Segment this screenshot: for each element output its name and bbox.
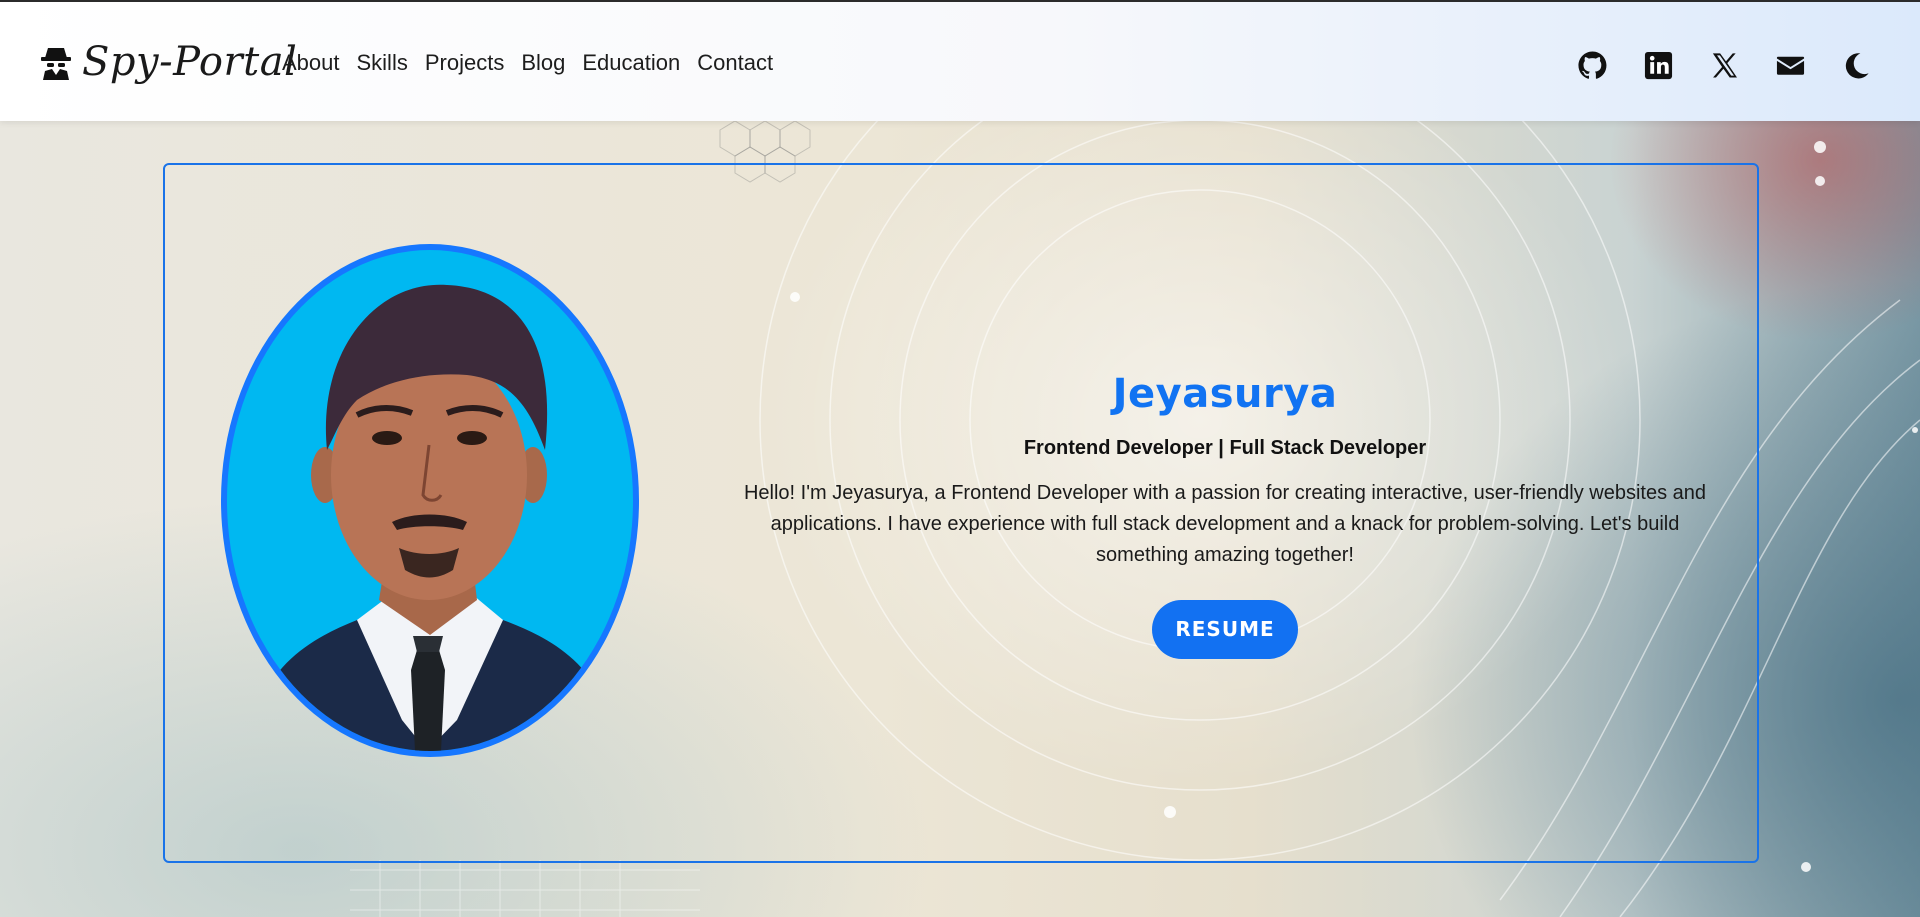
moon-icon[interactable] (1841, 50, 1872, 81)
brand[interactable]: Spy-Portal (40, 38, 297, 86)
mail-icon[interactable] (1775, 50, 1806, 81)
hero-name: Jeyasurya (1112, 371, 1338, 417)
navbar: Spy-Portal About Skills Projects Blog Ed… (0, 0, 1920, 121)
x-icon[interactable] (1709, 50, 1740, 81)
nav-link-education[interactable]: Education (582, 50, 680, 76)
spy-icon (41, 48, 71, 80)
hero-card: Jeyasurya Frontend Developer | Full Stac… (163, 163, 1759, 863)
nav-link-contact[interactable]: Contact (697, 50, 773, 76)
linkedin-icon[interactable] (1643, 50, 1674, 81)
social-icons (1577, 50, 1872, 81)
portrait-illustration (247, 284, 617, 751)
nav-links: About Skills Projects Blog Education Con… (282, 50, 773, 76)
nav-link-skills[interactable]: Skills (357, 50, 408, 76)
hero-intro: Jeyasurya Frontend Developer | Full Stac… (725, 371, 1725, 659)
github-icon[interactable] (1577, 50, 1608, 81)
hero-role: Frontend Developer | Full Stack Develope… (1023, 437, 1427, 459)
brand-name: Spy-Portal (82, 39, 298, 85)
profile-photo (221, 244, 639, 757)
nav-link-projects[interactable]: Projects (425, 50, 504, 76)
nav-link-about[interactable]: About (282, 50, 340, 76)
hero-bio: Hello! I'm Jeyasurya, a Frontend Develop… (743, 482, 1707, 566)
resume-button[interactable]: RESUME (1152, 600, 1298, 659)
nav-link-blog[interactable]: Blog (521, 50, 565, 76)
